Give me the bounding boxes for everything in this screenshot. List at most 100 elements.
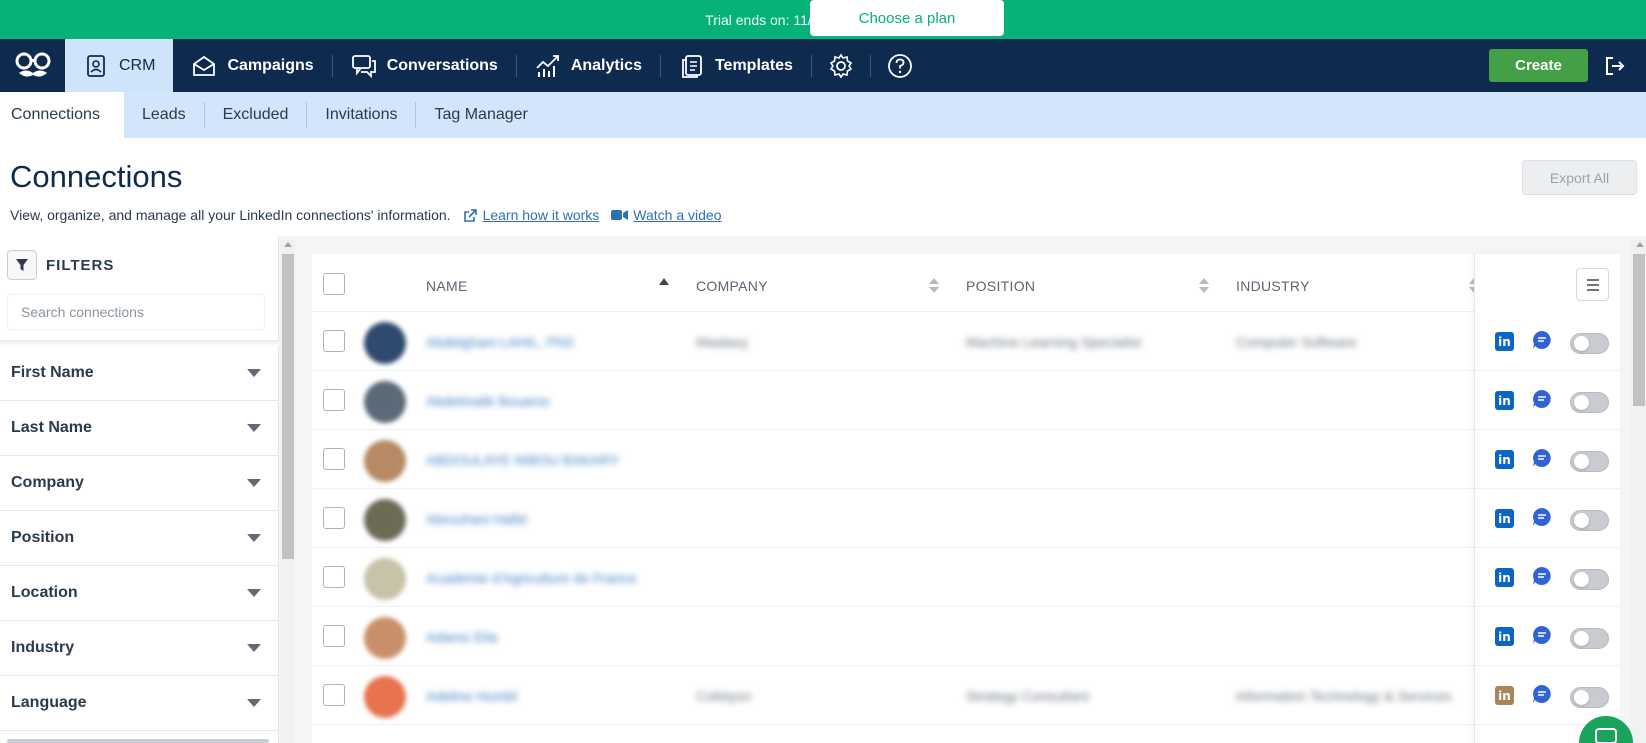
row-checkbox[interactable] (323, 625, 345, 647)
table-row[interactable]: Abdelghani LAHIL, PhD Maalaxy Machine Lear… (312, 312, 1474, 371)
nav-templates[interactable]: Templates (661, 39, 811, 92)
filters-scrollbar-thumb[interactable] (282, 254, 294, 559)
tab-tag-manager[interactable]: Tag Manager (416, 92, 545, 138)
tab-invitations[interactable]: Invitations (307, 92, 415, 138)
tab-excluded[interactable]: Excluded (205, 92, 307, 138)
connection-name[interactable]: Adamo Elia (426, 629, 498, 645)
linkedin-icon[interactable]: in (1495, 568, 1514, 587)
nav-campaigns[interactable]: Campaigns (173, 39, 331, 92)
nav-crm[interactable]: CRM (65, 39, 174, 92)
sort-ascending-icon[interactable] (659, 278, 669, 285)
row-actions: in (1475, 430, 1621, 489)
contacts-icon (83, 53, 109, 79)
connection-name[interactable]: ABDOULAYE NIBOU BAKARY (426, 452, 619, 468)
table-row[interactable]: Abdelmalik Bouarss (312, 371, 1474, 430)
choose-plan-button[interactable]: Choose a plan (810, 0, 1004, 36)
column-header-industry[interactable]: INDUSTRY (1236, 278, 1310, 294)
video-camera-icon (611, 210, 629, 220)
table-row[interactable]: Adamo Elia (312, 607, 1474, 666)
connection-name[interactable]: Abrouhani Hafid (426, 511, 526, 527)
connection-name[interactable]: Abdelmalik Bouarss (426, 393, 550, 409)
column-header-name[interactable]: NAME (426, 278, 468, 294)
connection-name[interactable]: Adeline Humbl (426, 688, 517, 704)
linkedin-icon[interactable]: in (1495, 509, 1514, 528)
filter-location[interactable]: Location (0, 566, 279, 621)
connection-name[interactable]: Académie d'Agriculture de France (426, 570, 636, 586)
table-row[interactable]: ABDOULAYE NIBOU BAKARY (312, 430, 1474, 489)
automation-toggle[interactable] (1570, 510, 1609, 531)
scroll-up-arrow-icon[interactable] (1636, 242, 1644, 247)
automation-toggle[interactable] (1570, 569, 1609, 590)
column-header-company[interactable]: COMPANY (696, 278, 768, 294)
connection-name[interactable]: Abdelghani LAHIL, PhD (426, 334, 574, 350)
automation-toggle[interactable] (1570, 333, 1609, 354)
row-checkbox[interactable] (323, 566, 345, 588)
watch-video-link[interactable]: Watch a video (611, 207, 722, 223)
export-all-button[interactable]: Export All (1522, 160, 1637, 195)
learn-how-label: Learn how it works (482, 207, 600, 223)
message-icon[interactable] (1532, 330, 1552, 350)
automation-toggle[interactable] (1570, 687, 1609, 708)
filter-language[interactable]: Language (0, 676, 279, 731)
app-logo-icon[interactable] (0, 39, 65, 92)
row-checkbox[interactable] (323, 389, 345, 411)
nav-conversations[interactable]: Conversations (333, 39, 516, 92)
table-row[interactable]: Adeline Humbl Cofelyon Strategy Consultant… (312, 666, 1474, 725)
table-row[interactable]: Abrouhani Hafid (312, 489, 1474, 548)
templates-icon (679, 53, 705, 79)
help-icon[interactable] (871, 39, 929, 92)
filter-funnel-icon[interactable] (7, 250, 37, 280)
nav-analytics[interactable]: Analytics (517, 39, 660, 92)
filter-position[interactable]: Position (0, 511, 279, 566)
filter-company[interactable]: Company (0, 456, 279, 511)
crm-subtabs: Connections Leads Excluded Invitations T… (0, 92, 1646, 138)
row-checkbox[interactable] (323, 330, 345, 352)
message-icon[interactable] (1532, 566, 1552, 586)
sort-icon[interactable] (1199, 278, 1209, 294)
column-header-position[interactable]: POSITION (966, 278, 1035, 294)
linkedin-icon[interactable]: in (1495, 450, 1514, 469)
tab-leads[interactable]: Leads (124, 92, 204, 138)
message-icon[interactable] (1532, 507, 1552, 527)
create-button[interactable]: Create (1489, 49, 1588, 82)
table-header: NAME COMPANY POSITION INDUSTRY (312, 254, 1479, 312)
row-checkbox[interactable] (323, 448, 345, 470)
learn-how-link[interactable]: Learn how it works (463, 207, 600, 223)
filter-label: Position (11, 529, 75, 546)
message-icon[interactable] (1532, 389, 1552, 409)
filter-first-name[interactable]: First Name (0, 346, 279, 401)
table-row[interactable]: Académie d'Agriculture de France (312, 548, 1474, 607)
settings-gear-icon[interactable] (812, 39, 870, 92)
filter-industry[interactable]: Industry (0, 621, 279, 676)
column-menu-icon[interactable] (1576, 268, 1609, 301)
filter-label: Company (11, 474, 84, 491)
message-icon[interactable] (1532, 625, 1552, 645)
filters-footer-bar (7, 739, 269, 743)
tab-connections[interactable]: Connections (0, 92, 124, 138)
sort-icon[interactable] (929, 278, 939, 294)
logout-icon[interactable] (1602, 53, 1628, 79)
caret-down-icon (247, 424, 261, 432)
automation-toggle[interactable] (1570, 392, 1609, 413)
message-icon[interactable] (1532, 684, 1552, 704)
caret-down-icon (247, 479, 261, 487)
linkedin-icon[interactable]: in (1495, 686, 1514, 705)
row-actions: in (1475, 312, 1621, 371)
row-checkbox[interactable] (323, 684, 345, 706)
linkedin-icon[interactable]: in (1495, 332, 1514, 351)
row-checkbox[interactable] (323, 507, 345, 529)
search-connections-input[interactable]: Search connections (7, 294, 265, 330)
filter-last-name[interactable]: Last Name (0, 401, 279, 456)
avatar (364, 676, 406, 718)
table-scrollbar-thumb[interactable] (1633, 254, 1645, 406)
chat-icon (351, 53, 377, 79)
linkedin-icon[interactable]: in (1495, 391, 1514, 410)
automation-toggle[interactable] (1570, 451, 1609, 472)
select-all-checkbox[interactable] (323, 273, 345, 295)
automation-toggle[interactable] (1570, 628, 1609, 649)
avatar (364, 499, 406, 541)
scroll-up-arrow-icon[interactable] (284, 242, 292, 247)
linkedin-icon[interactable]: in (1495, 627, 1514, 646)
message-icon[interactable] (1532, 448, 1552, 468)
connection-position: Machine Learning Specialist (966, 334, 1142, 350)
